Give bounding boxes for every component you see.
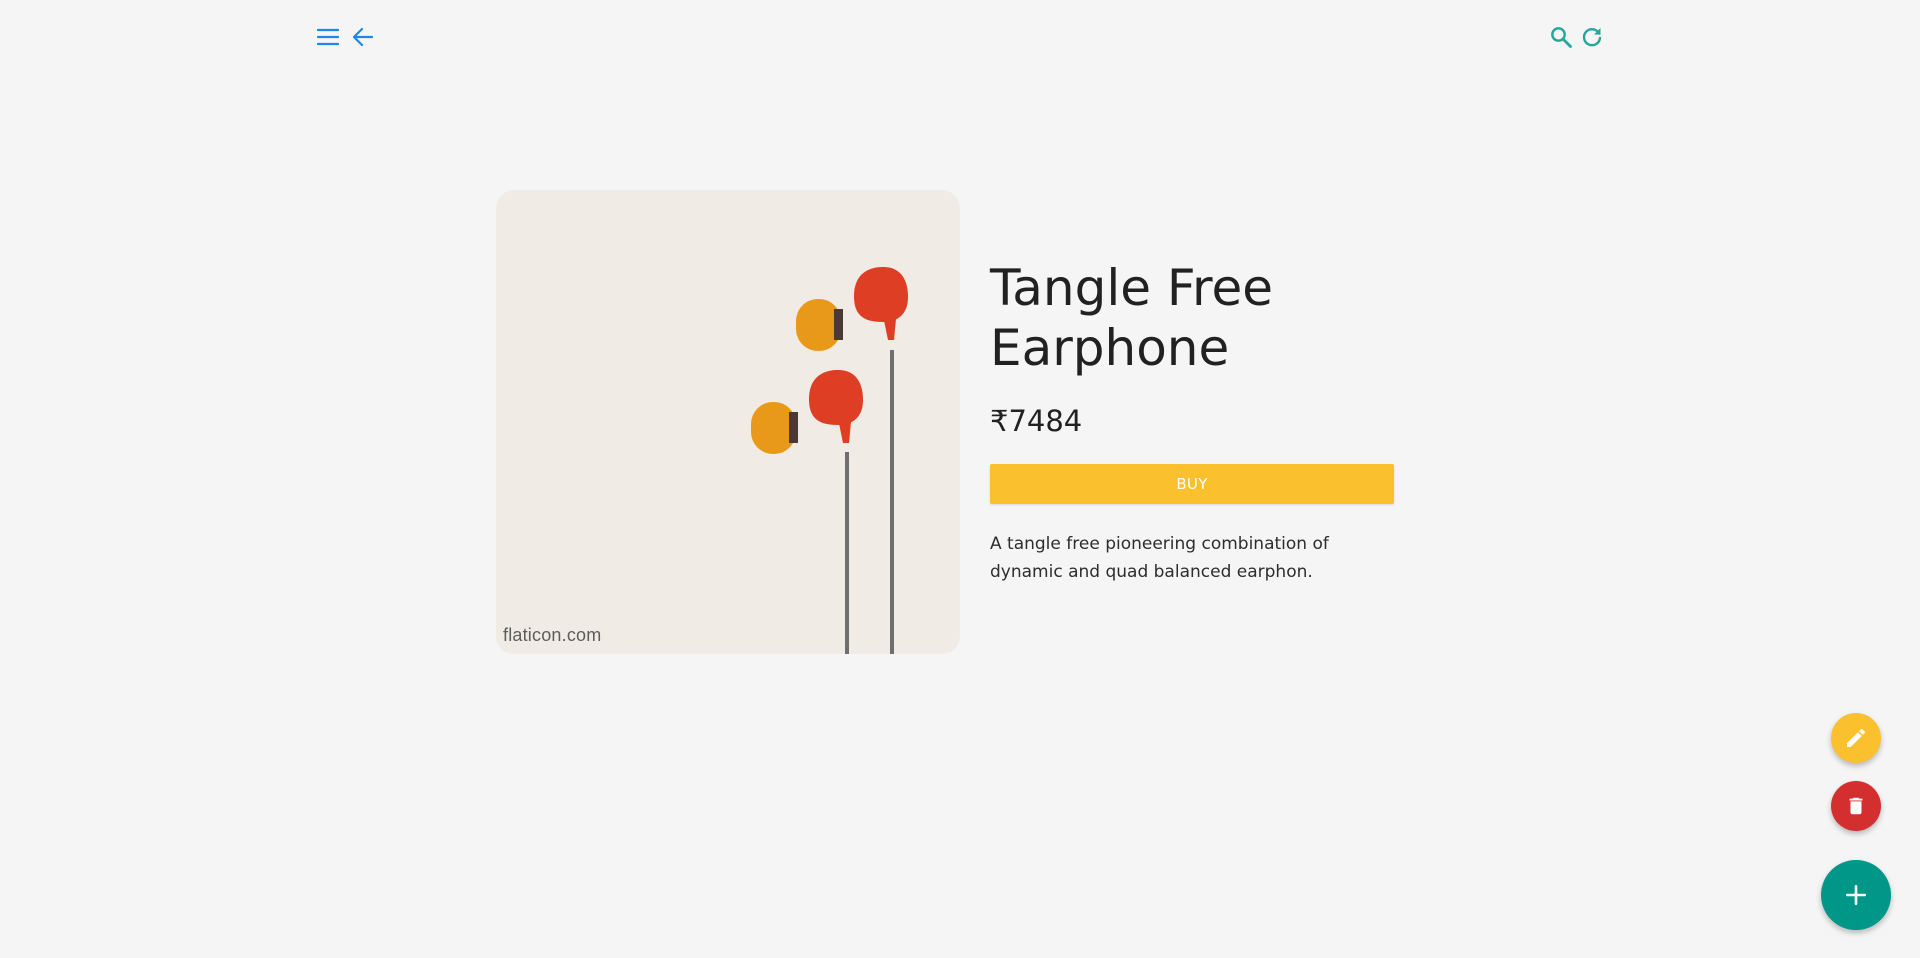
product-details: Tangle Free Earphone ₹7484 BUY A tangle … <box>990 258 1395 603</box>
back-button[interactable] <box>348 22 378 52</box>
pencil-icon <box>1847 728 1865 747</box>
product-price: ₹7484 <box>990 404 1083 438</box>
arrow-back-icon <box>352 27 374 47</box>
refresh-icon <box>1582 27 1602 47</box>
earphones-illustration <box>751 267 908 654</box>
trash-icon <box>1849 797 1863 815</box>
search-icon <box>1551 27 1572 48</box>
refresh-button[interactable] <box>1577 22 1607 52</box>
add-button[interactable] <box>1821 860 1891 930</box>
image-watermark: flaticon.com <box>503 625 602 645</box>
edit-button[interactable] <box>1831 713 1881 763</box>
buy-button[interactable]: BUY <box>990 464 1394 504</box>
product-title: Tangle Free Earphone <box>990 259 1273 377</box>
plus-icon <box>1846 885 1866 905</box>
delete-button[interactable] <box>1831 781 1881 831</box>
menu-button[interactable] <box>313 22 343 52</box>
top-app-bar <box>0 0 1920 74</box>
product-image: flaticon.com <box>496 190 960 654</box>
product-description: A tangle free pioneering combination of … <box>990 534 1329 582</box>
search-button[interactable] <box>1546 22 1576 52</box>
menu-icon <box>316 28 340 46</box>
